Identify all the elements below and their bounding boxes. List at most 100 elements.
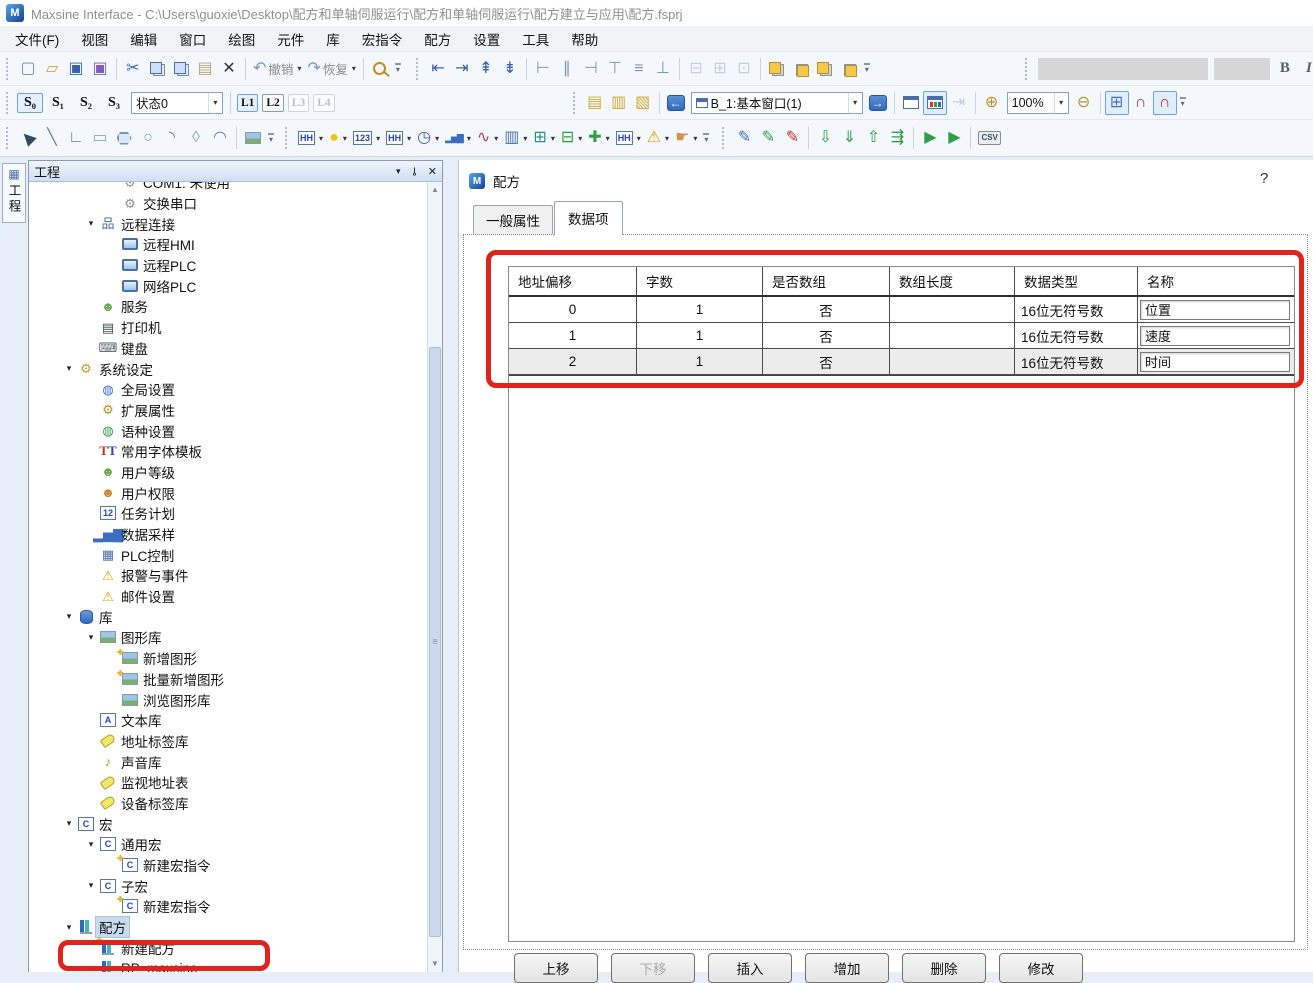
tree-item-交换串口[interactable]: ⚙交换串口 xyxy=(29,193,427,214)
menu-item-库[interactable]: 库 xyxy=(315,25,351,53)
layer-l1-button[interactable]: L1 xyxy=(237,94,258,112)
tree-item-设备标签库[interactable]: 设备标签库 xyxy=(29,793,427,814)
menu-item-文件(F)[interactable]: 文件(F) xyxy=(4,25,70,53)
delete-button[interactable]: ✕ xyxy=(217,57,241,81)
panel-menu-icon[interactable]: ▾ xyxy=(396,166,401,177)
align-left-button[interactable]: ⊢ xyxy=(531,57,555,81)
italic-button[interactable]: I xyxy=(1297,57,1313,81)
tree-item-库[interactable]: ▾库 xyxy=(29,606,427,627)
numeric-display-button[interactable]: 123▾ xyxy=(350,126,383,150)
tree-item-全局设置[interactable]: ◍全局设置 xyxy=(29,379,427,400)
tree-item-数据采样[interactable]: ▂▅▇数据采样 xyxy=(29,524,427,545)
tree-item-打印机[interactable]: ▤打印机 xyxy=(29,317,427,338)
nudge-right-button[interactable]: ⇥ xyxy=(450,57,474,81)
online-simulation-button[interactable]: ▶ xyxy=(942,126,966,150)
undo-button[interactable]: ↶撤销▾ xyxy=(250,57,304,81)
button-上移[interactable]: 上移 xyxy=(514,953,598,983)
tree-expand-icon[interactable]: ▾ xyxy=(62,363,76,374)
column-header-地址偏移[interactable]: 地址偏移 xyxy=(509,267,637,295)
tree-item-任务计划[interactable]: 12任务计划 xyxy=(29,503,427,524)
menu-item-视图[interactable]: 视图 xyxy=(70,25,119,53)
help-button[interactable]: ? xyxy=(1260,170,1268,187)
state-s3-button[interactable]: S₃ xyxy=(101,93,127,113)
menu-item-工具[interactable]: 工具 xyxy=(511,25,560,53)
rectangle-tool-button[interactable]: ▭ xyxy=(88,126,112,150)
next-window-button[interactable]: → xyxy=(866,91,890,115)
tree-expand-icon[interactable]: ▾ xyxy=(84,218,98,229)
basic-window-button[interactable] xyxy=(899,91,923,115)
tree-item-用户权限[interactable]: ☻用户权限 xyxy=(29,482,427,503)
menu-item-配方[interactable]: 配方 xyxy=(413,25,462,53)
bold-button[interactable]: B xyxy=(1273,57,1297,81)
menu-item-帮助[interactable]: 帮助 xyxy=(560,25,609,53)
tree-item-远程HMI[interactable]: 远程HMI xyxy=(29,234,427,255)
tree-expand-icon[interactable]: ▾ xyxy=(62,611,76,622)
compile-button[interactable]: ✎ xyxy=(732,126,756,150)
name-input[interactable]: 位置 xyxy=(1140,300,1290,320)
table-row[interactable]: 11否16位无符号数速度 xyxy=(509,323,1294,349)
button-增加[interactable]: 增加 xyxy=(805,953,889,983)
tree-item-远程PLC[interactable]: 远程PLC xyxy=(29,255,427,276)
state-s2-button[interactable]: S₂ xyxy=(73,93,99,113)
scale-button[interactable]: ▥▾ xyxy=(501,126,530,150)
vesica-tool-button[interactable]: ◊ xyxy=(184,126,208,150)
align-top-button[interactable]: ⊤ xyxy=(603,57,627,81)
state-s1-button[interactable]: S₁ xyxy=(45,93,71,113)
alarm-list-button[interactable]: ⚠▾ xyxy=(644,126,672,150)
copy-window-button[interactable]: ▥ xyxy=(607,91,631,115)
name-input[interactable]: 时间 xyxy=(1140,352,1290,372)
clear-compile-button[interactable]: ✎ xyxy=(780,126,804,150)
tree-item-RP_maxsine[interactable]: RP_maxsine xyxy=(29,958,427,972)
menu-item-窗口[interactable]: 窗口 xyxy=(168,25,217,53)
select-cursor-button[interactable]: ▶ xyxy=(16,126,40,150)
tree-item-浏览图形库[interactable]: 浏览图形库 xyxy=(29,689,427,710)
move-layer-up-button[interactable] xyxy=(813,57,837,81)
compile-download-button[interactable]: ⇶ xyxy=(885,126,909,150)
font-size-dropdown[interactable] xyxy=(1214,58,1270,80)
window-dropdown[interactable]: B_1:基本窗口(1)▾ xyxy=(691,92,863,114)
send-to-back-button[interactable] xyxy=(789,57,813,81)
column-header-数据类型[interactable]: 数据类型 xyxy=(1015,267,1138,295)
scroll-down-icon[interactable]: ▼ xyxy=(429,957,441,971)
keypad-window-button[interactable]: HH▾ xyxy=(613,126,644,150)
snap-line-button[interactable]: ∩ xyxy=(1153,91,1177,115)
nudge-up-button[interactable]: ⇞ xyxy=(474,57,498,81)
align-right-button[interactable]: ⊣ xyxy=(579,57,603,81)
pipe-valve-button[interactable]: ⊟▾ xyxy=(558,126,585,150)
find-button[interactable] xyxy=(368,57,392,81)
tree-item-语种设置[interactable]: ◍语种设置 xyxy=(29,420,427,441)
tree-item-新建宏指令[interactable]: C新建宏指令 xyxy=(29,855,427,876)
align-bottom-button[interactable]: ⊥ xyxy=(651,57,675,81)
redo-button[interactable]: ↷恢复▾ xyxy=(304,57,358,81)
tree-item-PLC控制[interactable]: ▦PLC控制 xyxy=(29,544,427,565)
panel-close-icon[interactable]: ✕ xyxy=(428,165,437,178)
tree-expand-icon[interactable]: ▾ xyxy=(84,632,98,643)
tree-item-配方[interactable]: ▾配方 xyxy=(29,917,427,938)
duplicate-button[interactable] xyxy=(169,57,193,81)
polygon-tool-button[interactable] xyxy=(112,126,136,150)
column-header-名称[interactable]: 名称 xyxy=(1138,267,1294,295)
menu-item-宏指令[interactable]: 宏指令 xyxy=(351,25,414,53)
tab-数据项[interactable]: 数据项 xyxy=(554,201,623,235)
column-header-是否数组[interactable]: 是否数组 xyxy=(763,267,890,295)
name-input[interactable]: 速度 xyxy=(1140,326,1290,346)
move-layer-down-button[interactable] xyxy=(837,57,861,81)
button-插入[interactable]: 插入 xyxy=(708,953,792,983)
tree-item-服务[interactable]: ☻服务 xyxy=(29,296,427,317)
download-usb-button[interactable]: ⇓ xyxy=(837,126,861,150)
open-folder-button[interactable]: ▱ xyxy=(40,57,64,81)
nudge-down-button[interactable]: ⇟ xyxy=(498,57,522,81)
tree-item-系统设定[interactable]: ▾⚙系统设定 xyxy=(29,358,427,379)
zoom-out-button[interactable]: ⊖ xyxy=(1072,91,1096,115)
column-header-数组长度[interactable]: 数组长度 xyxy=(890,267,1015,295)
tree-item-网络PLC[interactable]: 网络PLC xyxy=(29,275,427,296)
table-row[interactable]: 21否16位无符号数时间 xyxy=(509,349,1294,375)
word-button-button[interactable]: HH▾ xyxy=(383,126,414,150)
tree-item-键盘[interactable]: ⌨键盘 xyxy=(29,338,427,359)
tree-item-用户等级[interactable]: ☻用户等级 xyxy=(29,462,427,483)
line-tool-button[interactable]: ╲ xyxy=(40,126,64,150)
tree-item-远程连接[interactable]: ▾品远程连接 xyxy=(29,213,427,234)
scrollbar-thumb[interactable] xyxy=(429,347,441,937)
nudge-left-button[interactable]: ⇤ xyxy=(426,57,450,81)
tree-item-邮件设置[interactable]: ⚠邮件设置 xyxy=(29,586,427,607)
